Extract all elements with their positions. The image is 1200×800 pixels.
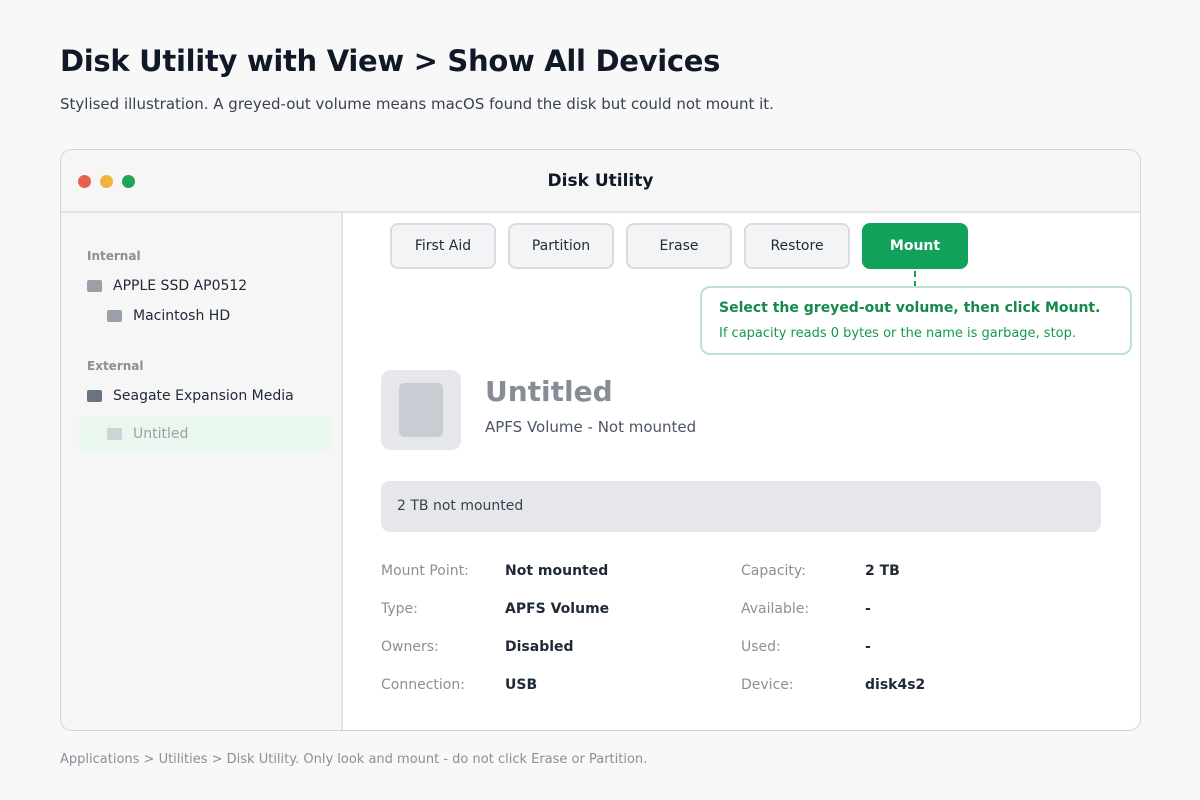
- available-label: Available:: [741, 601, 810, 617]
- sidebar-item-label: Macintosh HD: [133, 308, 231, 324]
- sidebar-item-label: APPLE SSD AP0512: [113, 278, 248, 294]
- volume-description: APFS Volume - Not mounted: [485, 418, 697, 436]
- sidebar-item-label: Untitled: [133, 426, 189, 442]
- volume-name: Untitled: [485, 375, 613, 408]
- capacity-value: 2 TB: [865, 563, 900, 579]
- page-subtitle: Stylised illustration. A greyed-out volu…: [60, 95, 774, 113]
- mount-point-label: Mount Point:: [381, 563, 469, 579]
- mount-button[interactable]: Mount: [862, 223, 968, 269]
- disk-utility-window: Disk Utility Internal APPLE SSD AP0512 M…: [60, 149, 1141, 731]
- type-value: APFS Volume: [505, 601, 610, 617]
- sidebar-section-external: External: [87, 359, 144, 373]
- volume-icon: [107, 310, 122, 322]
- disk-icon: [87, 390, 102, 402]
- type-label: Type:: [381, 601, 418, 617]
- callout-connector: [914, 271, 916, 287]
- sidebar-section-internal: Internal: [87, 249, 141, 263]
- owners-label: Owners:: [381, 639, 439, 655]
- page-footer: Applications > Utilities > Disk Utility.…: [60, 752, 648, 767]
- owners-value: Disabled: [505, 639, 574, 655]
- first-aid-button[interactable]: First Aid: [390, 223, 496, 269]
- available-value: -: [865, 601, 871, 617]
- used-value: -: [865, 639, 871, 655]
- callout-title: Select the greyed-out volume, then click…: [719, 300, 1101, 316]
- device-value: disk4s2: [865, 677, 926, 693]
- title-bar: Disk Utility: [61, 150, 1140, 213]
- capacity-label: Capacity:: [741, 563, 806, 579]
- sidebar: Internal APPLE SSD AP0512 Macintosh HD E…: [61, 213, 343, 730]
- main-pane: First Aid Partition Erase Restore Mount …: [343, 213, 1140, 730]
- sidebar-item-label: Seagate Expansion Media: [113, 388, 294, 404]
- instruction-callout: Select the greyed-out volume, then click…: [700, 286, 1132, 355]
- sidebar-item-untitled[interactable]: Untitled: [79, 416, 331, 452]
- window-title: Disk Utility: [547, 171, 654, 191]
- capacity-bar-text: 2 TB not mounted: [397, 498, 524, 514]
- device-label: Device:: [741, 677, 794, 693]
- callout-body: If capacity reads 0 bytes or the name is…: [719, 326, 1077, 341]
- capacity-bar: 2 TB not mounted: [381, 481, 1101, 532]
- partition-button[interactable]: Partition: [508, 223, 614, 269]
- connection-value: USB: [505, 677, 538, 693]
- restore-button[interactable]: Restore: [744, 223, 850, 269]
- page-title: Disk Utility with View > Show All Device…: [60, 44, 721, 78]
- used-label: Used:: [741, 639, 781, 655]
- connection-label: Connection:: [381, 677, 465, 693]
- volume-large-icon: [381, 370, 461, 450]
- sidebar-item-macintosh-hd[interactable]: Macintosh HD: [79, 298, 331, 334]
- sidebar-item-seagate[interactable]: Seagate Expansion Media: [79, 378, 331, 414]
- erase-button[interactable]: Erase: [626, 223, 732, 269]
- volume-icon: [107, 428, 122, 440]
- mount-point-value: Not mounted: [505, 563, 609, 579]
- disk-icon: [87, 280, 102, 292]
